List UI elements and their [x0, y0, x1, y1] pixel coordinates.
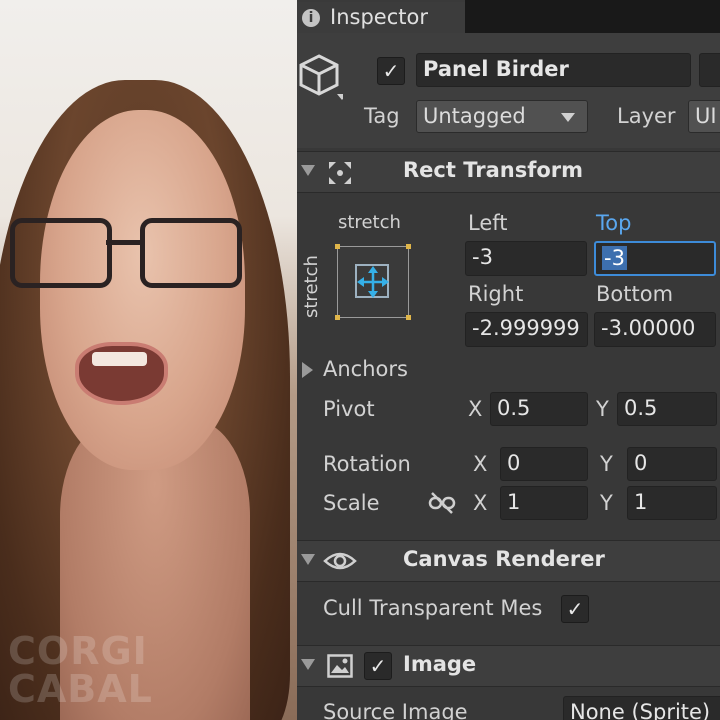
pivot-y-field[interactable]: 0.5 — [617, 392, 717, 426]
source-image-field[interactable]: None (Sprite) — [563, 696, 720, 720]
image-component-icon — [327, 654, 353, 678]
info-icon: i — [302, 9, 320, 27]
pivot-y-label[interactable]: Y — [596, 397, 609, 421]
rotation-x-label[interactable]: X — [473, 452, 487, 476]
watermark-line-1: CORGI — [8, 629, 148, 673]
bottom-label: Bottom — [596, 282, 674, 306]
anchor-dot — [335, 315, 340, 320]
scale-label: Scale — [323, 491, 380, 515]
left-label: Left — [468, 211, 508, 235]
anchor-presets-button[interactable] — [335, 244, 411, 320]
webcam-video: CORGI CABAL — [0, 0, 297, 720]
stretch-vertical-label: stretch — [301, 255, 322, 318]
scale-x-field[interactable]: 1 — [500, 486, 588, 520]
layer-label: Layer — [617, 104, 676, 128]
tab-inspector[interactable]: i Inspector — [297, 0, 465, 35]
top-value-selected: -3 — [602, 246, 627, 270]
rect-transform-header[interactable]: Rect Transform — [297, 151, 720, 193]
tag-value: Untagged — [423, 104, 526, 128]
foldout-arrow-icon — [301, 659, 315, 670]
right-label: Right — [468, 282, 524, 306]
move-arrows-icon — [357, 266, 389, 298]
rotation-label: Rotation — [323, 452, 411, 476]
rect-transform-icon — [329, 162, 351, 184]
anchor-dot — [406, 315, 411, 320]
glasses-bridge — [106, 240, 142, 245]
anchors-foldout-icon[interactable] — [302, 362, 313, 378]
layer-dropdown[interactable]: UI — [688, 100, 720, 133]
anchors-label[interactable]: Anchors — [323, 357, 408, 381]
constrain-proportions-icon[interactable] — [428, 492, 456, 514]
active-checkbox[interactable]: ✓ — [377, 57, 405, 85]
stretch-horizontal-label: stretch — [338, 212, 401, 233]
tag-label: Tag — [364, 104, 400, 128]
canvas-renderer-title: Canvas Renderer — [403, 547, 605, 571]
watermark: CORGI CABAL — [8, 632, 153, 708]
rotation-y-field[interactable]: 0 — [627, 447, 717, 481]
tag-dropdown[interactable]: Untagged — [416, 100, 588, 133]
scale-y-label[interactable]: Y — [600, 491, 613, 515]
source-image-label: Source Image — [323, 700, 468, 720]
pivot-x-label[interactable]: X — [468, 397, 482, 421]
rotation-x-field[interactable]: 0 — [500, 447, 588, 481]
image-header[interactable]: ✓ Image — [297, 645, 720, 687]
glasses-right-lens — [140, 218, 242, 288]
top-field[interactable]: -3 — [594, 241, 716, 276]
scale-y-field[interactable]: 1 — [627, 486, 717, 520]
canvas-renderer-header[interactable]: Canvas Renderer — [297, 540, 720, 582]
static-field[interactable] — [699, 53, 720, 87]
foldout-arrow-icon — [301, 554, 315, 565]
tab-inspector-label: Inspector — [330, 5, 428, 29]
layer-value: UI — [695, 104, 717, 128]
anchor-dot — [406, 244, 411, 249]
inspector-panel: i Inspector ✓ Panel Birder Tag Untagged … — [297, 0, 720, 720]
rotation-y-label[interactable]: Y — [600, 452, 613, 476]
tab-bar: i Inspector — [297, 0, 720, 35]
rect-transform-title: Rect Transform — [403, 158, 584, 182]
image-title: Image — [403, 652, 477, 676]
bottom-field[interactable]: -3.00000 — [594, 312, 716, 347]
glasses-left-lens — [10, 218, 112, 288]
cull-transparent-label: Cull Transparent Mes — [323, 596, 543, 620]
watermark-line-2: CABAL — [8, 667, 153, 711]
gameobject-cube-icon[interactable] — [299, 52, 343, 102]
left-field[interactable]: -3 — [465, 241, 587, 276]
right-field[interactable]: -2.999999 — [465, 312, 588, 347]
gameobject-name-field[interactable]: Panel Birder — [416, 53, 691, 87]
foldout-arrow-icon — [301, 165, 315, 176]
eye-icon — [323, 552, 357, 570]
webcam-face — [40, 110, 245, 470]
scale-x-label[interactable]: X — [473, 491, 487, 515]
image-enabled-checkbox[interactable]: ✓ — [364, 652, 392, 680]
webcam-teeth — [92, 352, 147, 366]
top-label: Top — [596, 211, 632, 235]
pivot-x-field[interactable]: 0.5 — [490, 392, 588, 426]
anchor-dot — [335, 244, 340, 249]
chevron-down-icon — [561, 113, 575, 122]
cull-transparent-checkbox[interactable]: ✓ — [561, 595, 589, 623]
pivot-label: Pivot — [323, 397, 375, 421]
